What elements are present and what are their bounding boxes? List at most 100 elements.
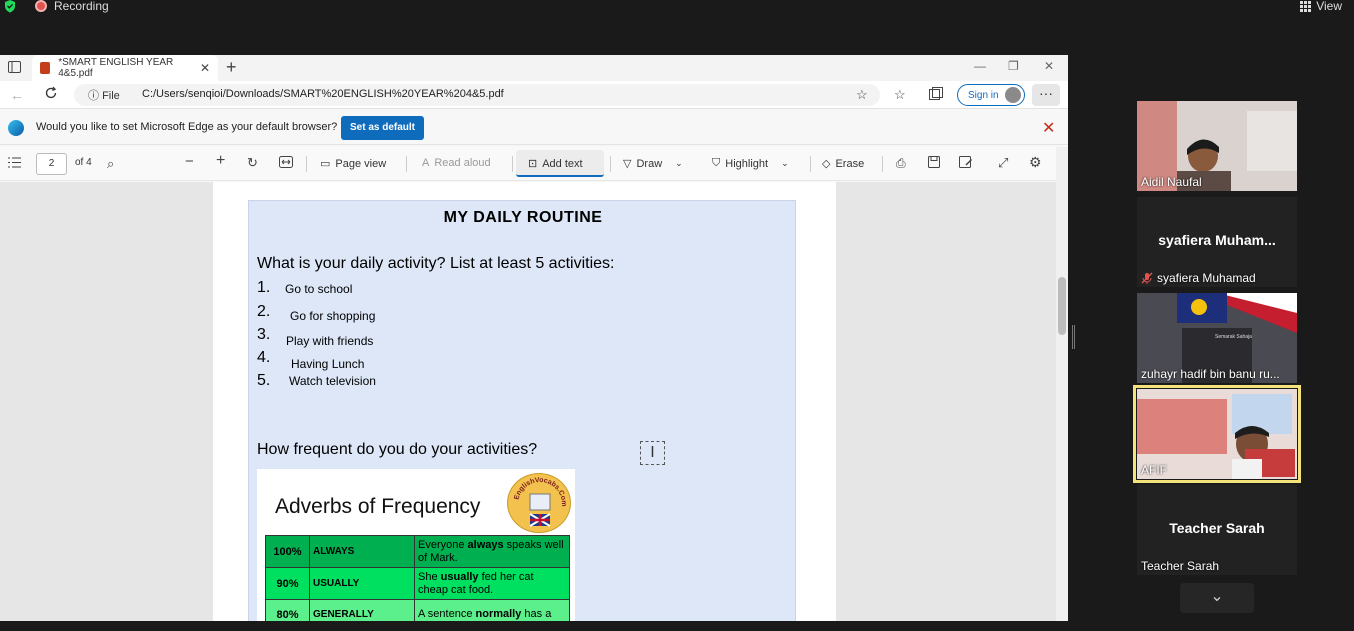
question-2: How frequent do you do your activities? (257, 441, 538, 458)
toolbar-separator (882, 156, 883, 172)
page-view-button[interactable]: ▭ Page view (320, 157, 387, 171)
sign-in-button[interactable]: Sign in (957, 84, 1025, 106)
collections-icon[interactable] (929, 87, 943, 100)
eraser-icon: ◇ (822, 158, 831, 170)
add-text-label: Add text (542, 157, 583, 170)
set-as-default-button[interactable]: Set as default (341, 116, 424, 140)
pdf-toolbar: 2 of 4 ⌕ − + ↻ ▭ Page view A Read aloud ⊡ A… (0, 147, 1068, 181)
tab-actions-icon[interactable] (8, 61, 21, 73)
add-text-icon: ⊡ (528, 158, 538, 170)
vertical-scrollbar[interactable] (1056, 147, 1068, 621)
view-button[interactable]: View (1300, 0, 1342, 13)
save-icon[interactable] (928, 156, 940, 168)
add-text-content[interactable]: ⊡ Add text (528, 157, 583, 171)
new-tab-button[interactable]: + (226, 57, 237, 78)
page-number-input[interactable]: 2 (36, 153, 67, 175)
activity-text[interactable]: Go to school (285, 282, 352, 296)
infobar-close-icon[interactable]: ✕ (1042, 118, 1055, 138)
participant-tile[interactable]: syafiera Muham... syafiera Muhamad (1137, 197, 1297, 287)
more-options-button[interactable]: ··· (1032, 84, 1060, 106)
print-icon[interactable]: ⎙ (896, 156, 906, 171)
participant-tile[interactable]: Semarak Sahaja zuhayr hadif bin banu ru.… (1137, 293, 1297, 383)
minimize-button[interactable]: — (974, 59, 986, 73)
address-url[interactable]: C:/Users/senqioi/Downloads/SMART%20ENGLI… (142, 88, 504, 100)
toolbar-separator (512, 156, 513, 172)
toolbar-separator (610, 156, 611, 172)
toolbar-separator (406, 156, 407, 172)
profile-avatar-icon (1004, 87, 1021, 103)
text-cursor-icon[interactable]: I (640, 441, 665, 465)
activity-text[interactable]: Having Lunch (291, 357, 364, 371)
highlight-chevron-down-icon[interactable]: ⌄ (781, 158, 789, 169)
browser-window: *SMART ENGLISH YEAR 4&5.pdf ✕ + — ❐ ✕ ← … (0, 55, 1068, 621)
activity-text[interactable]: Go for shopping (290, 309, 375, 323)
percent-cell: 90% (265, 567, 310, 600)
adverbs-chart-image: Adverbs of Frequency EnglishVocabs.Com 1… (257, 469, 575, 621)
read-aloud-label: Read aloud (434, 157, 491, 169)
participant-name: Teacher Sarah (1141, 559, 1220, 573)
adverb-cell: USUALLY (309, 567, 415, 600)
recording-icon[interactable] (35, 0, 47, 12)
panel-resize-handle[interactable] (1072, 325, 1075, 349)
participant-name-row: syafiera Muhamad (1141, 271, 1256, 285)
page-total: of 4 (75, 157, 92, 168)
meeting-top-bar (0, 0, 1354, 55)
muted-mic-icon (1141, 272, 1153, 284)
scrollbar-thumb[interactable] (1058, 277, 1066, 335)
favorite-star-icon[interactable]: ☆ (856, 87, 868, 103)
table-row: 100% ALWAYS Everyone always speaks well … (265, 535, 570, 568)
worksheet-title: MY DAILY ROUTINE (443, 209, 603, 226)
draw-chevron-down-icon[interactable]: ⌄ (675, 158, 683, 169)
search-icon[interactable]: ⌕ (107, 156, 114, 172)
worksheet-panel: MY DAILY ROUTINE What is your daily acti… (248, 200, 796, 621)
address-bar[interactable]: ⓘ File C:/Users/senqioi/Downloads/SMART%… (74, 84, 880, 106)
highlight-icon: ⛉ (712, 157, 721, 169)
svg-text:Semarak Sahaja: Semarak Sahaja (1215, 334, 1252, 340)
zoom-out-icon[interactable]: − (185, 153, 194, 170)
participant-name: Aidil Naufal (1141, 175, 1202, 189)
participant-tile-active[interactable]: AFIF (1137, 389, 1297, 479)
back-icon[interactable]: ← (10, 87, 24, 103)
fullscreen-icon[interactable]: ⤢ (998, 155, 1008, 171)
page-view-label: Page view (335, 157, 387, 170)
zoom-in-icon[interactable]: + (216, 152, 225, 170)
security-shield-icon[interactable] (4, 0, 16, 13)
activity-number: 1. (257, 279, 271, 296)
favorites-icon[interactable]: ☆ (894, 87, 906, 103)
read-aloud-button[interactable]: A Read aloud (422, 157, 491, 169)
highlight-button[interactable]: ⛉ Highlight ⌄ (712, 157, 789, 170)
tab-bar: *SMART ENGLISH YEAR 4&5.pdf ✕ + — ❐ ✕ (0, 55, 1068, 81)
settings-gear-icon[interactable]: ⚙ (1029, 154, 1042, 171)
save-as-icon[interactable] (959, 156, 973, 168)
erase-button[interactable]: ◇ Erase (822, 157, 864, 171)
frequency-table: 100% ALWAYS Everyone always speaks well … (265, 535, 570, 621)
contents-icon[interactable] (8, 157, 21, 168)
restore-button[interactable]: ❐ (1008, 59, 1019, 73)
scroll-participants-chevron-down-icon[interactable]: ⌄ (1180, 583, 1254, 613)
read-aloud-icon: A (422, 157, 430, 169)
participant-name: AFIF (1141, 463, 1167, 477)
infobar-message: Would you like to set Microsoft Edge as … (36, 121, 338, 133)
example-cell: She usually fed her cat cheap cat food. (414, 567, 570, 600)
participant-tile[interactable]: Aidil Naufal (1137, 101, 1297, 191)
rotate-icon[interactable]: ↻ (247, 155, 258, 171)
pdf-viewport: MY DAILY ROUTINE What is your daily acti… (0, 182, 1056, 621)
participant-name: zuhayr hadif bin banu ru... (1141, 367, 1280, 381)
sign-in-label: Sign in (968, 89, 999, 101)
draw-button[interactable]: ▽ Draw ⌄ (623, 157, 683, 171)
tab-close-icon[interactable]: ✕ (200, 61, 210, 75)
percent-cell: 100% (265, 535, 310, 568)
site-info[interactable]: ⓘ File (88, 87, 120, 103)
refresh-icon[interactable] (44, 86, 58, 100)
activity-text[interactable]: Watch television (289, 374, 376, 388)
window-close-button[interactable]: ✕ (1044, 59, 1054, 73)
active-tab[interactable]: *SMART ENGLISH YEAR 4&5.pdf ✕ (32, 55, 218, 81)
fit-page-icon[interactable] (279, 156, 293, 168)
participant-tile[interactable]: Teacher Sarah Teacher Sarah (1137, 485, 1297, 575)
toolbar-separator (810, 156, 811, 172)
adverbs-title: Adverbs of Frequency (275, 495, 481, 518)
recording-label[interactable]: Recording (54, 0, 109, 13)
activity-text[interactable]: Play with friends (286, 334, 373, 348)
adverb-cell: GENERALLY (309, 599, 415, 621)
participant-display-name: syafiera Muham... (1158, 232, 1276, 248)
